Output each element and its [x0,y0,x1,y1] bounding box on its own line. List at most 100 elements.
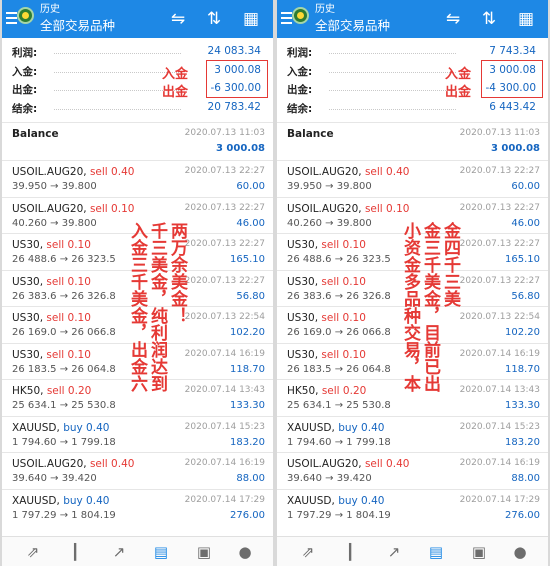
header-subtitle: 历史 [315,4,335,15]
deal-action: sell 0.10 [321,312,366,324]
highlight-box [481,60,543,98]
quotes-icon[interactable]: ⇗ [297,541,319,563]
deal-date: 2020.07.13 22:27 [184,239,265,249]
chart-icon[interactable]: ┃ [339,541,361,563]
list-item[interactable]: XAUUSD, buy 0.40 1 794.60 → 1 799.18 202… [277,415,548,453]
sort-icon[interactable]: ⇋ [167,8,189,30]
deal-action: sell 0.10 [89,202,135,215]
deal-value: 56.80 [511,290,540,302]
deal-date: 2020.07.13 22:54 [184,312,265,322]
summary-row-profit: 利润: 24 083.34 [12,42,261,61]
deal-date: 2020.07.13 22:54 [459,312,540,322]
history-icon[interactable]: ▤ [150,541,172,563]
deal-symbol: USOIL.AUG20, [12,458,87,470]
deal-value: 3 000.08 [215,143,265,154]
summary-label: 结余: [287,102,313,115]
deal-value: 183.20 [230,436,265,448]
deal-action: sell 0.10 [321,275,366,288]
news-icon[interactable]: ▣ [193,541,215,563]
updown-icon[interactable]: ⇅ [203,8,225,30]
deal-price: 1 797.29 → 1 804.19 [287,509,391,521]
messages-icon[interactable]: ● [509,541,531,563]
deal-price: 26 383.6 → 26 326.8 [12,290,116,302]
deal-symbol: USOIL.AUG20, [287,166,362,178]
deal-date: 2020.07.14 17:29 [459,494,540,505]
history-icon[interactable]: ▤ [425,541,447,563]
deal-action: buy 0.40 [63,421,110,434]
deal-value: 56.80 [236,290,265,302]
deal-action: sell 0.10 [46,312,91,324]
deal-action: sell 0.10 [364,202,410,215]
news-icon[interactable]: ▣ [468,541,490,563]
deal-price: 26 169.0 → 26 066.8 [287,327,391,338]
summary-row-profit: 利润: 7 743.34 [287,42,536,61]
deal-price: 25 634.1 → 25 530.8 [287,400,391,411]
deal-symbol: XAUUSD, [287,421,335,434]
annotation-vertical: 小资金多品种交易，本 [400,222,420,392]
list-item[interactable]: XAUUSD, buy 0.40 1 794.60 → 1 799.18 202… [2,415,273,453]
deal-symbol: USOIL.AUG20, [287,458,362,470]
deal-date: 2020.07.14 17:29 [184,494,265,505]
summary-label: 入金: [287,65,313,78]
deal-value: 118.70 [505,363,540,375]
deal-date: 2020.07.14 16:19 [184,348,265,359]
list-item[interactable]: Balance 2020.07.13 11:03 3 000.08 [277,122,548,160]
list-item[interactable]: Balance 2020.07.13 11:03 3 000.08 [2,122,273,160]
deal-action: sell 0.10 [46,348,91,361]
trade-icon[interactable]: ↗ [383,541,405,563]
deal-value: 276.00 [505,509,540,521]
list-item[interactable]: USOIL.AUG20, sell 0.40 39.950 → 39.800 2… [2,160,273,197]
deal-symbol: US30, [287,275,319,288]
deal-date: 2020.07.13 11:03 [459,128,540,138]
summary-label: 入金: [12,65,38,78]
messages-icon[interactable]: ● [234,541,256,563]
summary-label: 利润: [12,47,38,59]
deal-price: 39.640 → 39.420 [12,473,97,484]
deal-price: 40.260 → 39.800 [287,217,372,229]
quotes-icon[interactable]: ⇗ [22,541,44,563]
deal-value: 276.00 [230,509,265,521]
deal-price: 39.950 → 39.800 [12,181,97,192]
top-bar: 历史 全部交易品种 ⇋ ⇅ ▦ [277,0,548,38]
deal-symbol: XAUUSD, [12,494,60,507]
deal-symbol: US30, [12,312,44,324]
deal-action: buy 0.40 [63,494,110,507]
trade-icon[interactable]: ↗ [108,541,130,563]
deal-value: 165.10 [230,254,265,265]
deal-price: 25 634.1 → 25 530.8 [12,400,116,411]
calendar-icon[interactable]: ▦ [515,8,537,30]
list-item[interactable]: XAUUSD, buy 0.40 1 797.29 → 1 804.19 202… [277,488,548,526]
annotation-vertical: 金三千美金，目前已出 [420,222,440,392]
deal-symbol: USOIL.AUG20, [12,202,87,215]
app-logo [17,7,34,24]
list-item[interactable]: USOIL.AUG20, sell 0.40 39.640 → 39.420 2… [2,452,273,489]
deal-date: 2020.07.13 22:27 [459,202,540,213]
deal-price: 1 794.60 → 1 799.18 [287,436,391,448]
deal-price: 26 183.5 → 26 064.8 [12,363,116,375]
deal-action: buy 0.40 [338,421,385,434]
deal-price: 40.260 → 39.800 [12,217,97,229]
deal-action: sell 0.10 [46,239,91,251]
list-item[interactable]: USOIL.AUG20, sell 0.40 39.640 → 39.420 2… [277,452,548,489]
deal-date: 2020.07.14 13:43 [459,385,540,395]
deal-action: sell 0.40 [364,458,410,470]
calendar-icon[interactable]: ▦ [240,8,262,30]
deal-value: 60.00 [511,181,540,192]
deal-symbol: USOIL.AUG20, [287,202,362,215]
list-item[interactable]: USOIL.AUG20, sell 0.40 39.950 → 39.800 2… [277,160,548,197]
deal-symbol: HK50, [287,385,319,397]
deal-symbol: US30, [12,275,44,288]
deal-value: 102.20 [505,327,540,338]
updown-icon[interactable]: ⇅ [478,8,500,30]
summary-value: 7 743.34 [489,45,536,57]
chart-icon[interactable]: ┃ [64,541,86,563]
deal-action: sell 0.10 [321,239,366,251]
deal-price: 26 383.6 → 26 326.8 [287,290,391,302]
deal-action: sell 0.10 [321,348,366,361]
deal-action: sell 0.20 [321,385,367,397]
list-item[interactable]: XAUUSD, buy 0.40 1 797.29 → 1 804.19 202… [2,488,273,526]
deal-date: 2020.07.14 16:19 [184,458,265,468]
sort-icon[interactable]: ⇋ [442,8,464,30]
deal-action: sell 0.40 [89,458,135,470]
deal-symbol: US30, [287,312,319,324]
